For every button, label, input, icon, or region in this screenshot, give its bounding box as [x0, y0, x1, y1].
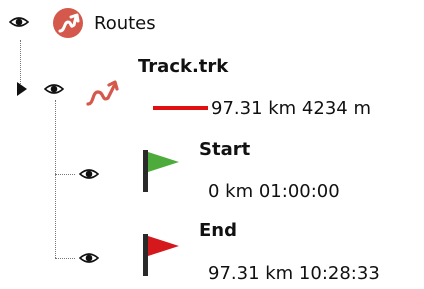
- tree-node-end[interactable]: End 97.31 km 10:28:33: [0, 218, 424, 289]
- node-label-track: Track.trk: [138, 56, 229, 77]
- end-info: 97.31 km 10:28:33: [208, 263, 380, 284]
- route-icon: [53, 8, 83, 38]
- eye-icon[interactable]: [44, 83, 64, 95]
- tree-node-start[interactable]: Start 0 km 01:00:00: [0, 136, 424, 210]
- red-flag-icon: [143, 234, 179, 276]
- node-label-end: End: [199, 220, 237, 241]
- expand-triangle-icon[interactable]: [17, 82, 27, 96]
- tree-node-track[interactable]: Track.trk 97.31 km 4234 m: [0, 50, 424, 128]
- track-icon: [86, 80, 119, 106]
- start-info: 0 km 01:00:00: [208, 181, 340, 202]
- eye-icon[interactable]: [79, 168, 99, 180]
- node-label-start: Start: [199, 139, 251, 160]
- tree-node-routes[interactable]: Routes: [0, 0, 200, 44]
- green-flag-icon: [143, 150, 179, 192]
- node-label-routes: Routes: [94, 13, 156, 34]
- track-stats: 97.31 km 4234 m: [211, 98, 371, 119]
- track-line-sample: [153, 106, 208, 110]
- eye-icon[interactable]: [79, 252, 99, 264]
- eye-icon[interactable]: [9, 16, 29, 28]
